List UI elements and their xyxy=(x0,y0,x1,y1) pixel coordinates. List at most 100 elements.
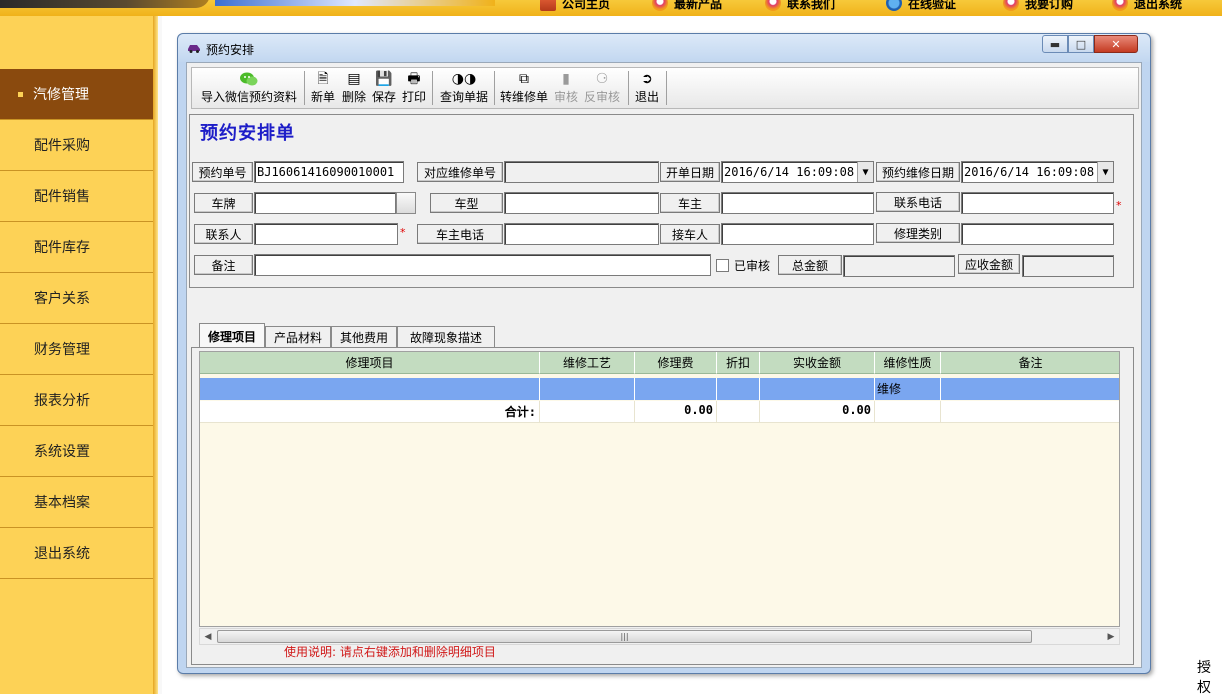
repair-no-field[interactable] xyxy=(504,161,659,183)
to-repair-order-button[interactable]: ⧉ 转维修单 xyxy=(498,71,550,107)
receivable-label: 应收金额 xyxy=(958,254,1020,274)
column-header[interactable]: 备注 xyxy=(941,352,1119,374)
column-header[interactable]: 维修性质 xyxy=(875,352,941,374)
print-button[interactable]: 🖶 打印 xyxy=(400,71,428,107)
required-marker: * xyxy=(1116,199,1122,212)
booking-date-picker[interactable]: 2016/6/14 16:09:08 ▼ xyxy=(961,161,1114,183)
contact-field[interactable] xyxy=(254,223,398,245)
home-icon xyxy=(540,0,556,11)
nav-verify[interactable]: 在线验证 xyxy=(886,0,956,11)
tab-product-materials[interactable]: 产品材料 xyxy=(265,326,331,347)
totals-empty xyxy=(717,401,760,423)
tab-other-fees[interactable]: 其他费用 xyxy=(331,326,397,347)
sidebar-item-finance[interactable]: 财务管理 xyxy=(0,324,155,375)
scrollbar-thumb[interactable]: ||| xyxy=(217,630,1032,643)
exit-icon xyxy=(1112,0,1128,11)
model-label: 车型 xyxy=(430,193,503,213)
plate-field[interactable] xyxy=(254,192,396,214)
minimize-button[interactable]: ▬ xyxy=(1042,35,1068,53)
column-header[interactable]: 维修工艺 xyxy=(540,352,635,374)
owner-field[interactable] xyxy=(721,192,874,214)
sidebar-item-parts-sales[interactable]: 配件销售 xyxy=(0,171,155,222)
cell-remark[interactable] xyxy=(941,378,1119,400)
chevron-down-icon[interactable]: ▼ xyxy=(1097,162,1113,182)
sidebar-item-basic-records[interactable]: 基本档案 xyxy=(0,477,155,528)
contact-label: 联系人 xyxy=(194,224,253,244)
contact-icon xyxy=(765,0,781,11)
receiver-field[interactable] xyxy=(721,223,874,245)
toolbar-separator xyxy=(494,71,495,105)
approve-button[interactable]: ▮ 审核 xyxy=(552,71,580,107)
new-button[interactable]: 🗎 新单 xyxy=(308,71,338,107)
total-amount-label: 总金额 xyxy=(778,255,842,275)
delete-button[interactable]: ▤ 删除 xyxy=(340,71,368,107)
plate-lookup-button[interactable] xyxy=(396,192,416,214)
phone-field[interactable] xyxy=(961,192,1114,214)
column-header[interactable]: 修理项目 xyxy=(200,352,540,374)
repair-type-label: 修理类别 xyxy=(876,223,960,243)
sidebar-item-exit[interactable]: 退出系统 xyxy=(0,528,155,579)
booking-date-label: 预约维修日期 xyxy=(876,162,960,182)
window-titlebar[interactable]: 预约安排 ▬ □ ✕ xyxy=(178,34,1150,62)
owner-phone-field[interactable] xyxy=(504,223,659,245)
repair-type-field[interactable] xyxy=(961,223,1114,245)
sidebar-item-parts-inventory[interactable]: 配件库存 xyxy=(0,222,155,273)
maximize-button[interactable]: □ xyxy=(1068,35,1094,53)
receiver-label: 接车人 xyxy=(660,224,720,244)
wechat-icon xyxy=(240,71,258,87)
sidebar-item-repair-management[interactable]: 汽修管理 xyxy=(0,69,155,120)
toolbar-separator xyxy=(628,71,629,105)
approved-checkbox[interactable] xyxy=(716,259,729,272)
sidebar-item-customer-relations[interactable]: 客户关系 xyxy=(0,273,155,324)
sidebar-item-reports[interactable]: 报表分析 xyxy=(0,375,155,426)
cell-received[interactable] xyxy=(760,378,875,400)
totals-empty xyxy=(875,401,941,423)
tab-repair-items[interactable]: 修理项目 xyxy=(199,323,265,348)
nav-products[interactable]: 最新产品 xyxy=(652,0,722,11)
cell-discount[interactable] xyxy=(717,378,760,400)
scroll-left-icon[interactable]: ◀ xyxy=(200,629,216,644)
exit-button[interactable]: ➲ 退出 xyxy=(632,71,662,107)
nav-order[interactable]: 我要订购 xyxy=(1003,0,1073,11)
nav-contact[interactable]: 联系我们 xyxy=(765,0,835,11)
cell-repair-item[interactable] xyxy=(200,378,540,400)
exit-door-icon: ➲ xyxy=(641,71,653,87)
receivable-field[interactable] xyxy=(1022,255,1114,277)
booking-no-label: 预约单号 xyxy=(192,162,253,182)
booking-form: 预约安排单 预约单号 BJ16061416090010001 对应维修单号 开单… xyxy=(189,114,1134,288)
nav-home[interactable]: 公司主页 xyxy=(540,0,610,11)
open-date-picker[interactable]: 2016/6/14 16:09:08 ▼ xyxy=(721,161,874,183)
column-header[interactable]: 实收金额 xyxy=(760,352,875,374)
cell-process[interactable] xyxy=(540,378,635,400)
cell-nature[interactable]: 维修 xyxy=(875,378,941,400)
toolbar-separator xyxy=(432,71,433,105)
scroll-right-icon[interactable]: ▶ xyxy=(1103,629,1119,644)
table-row[interactable]: 维修 xyxy=(200,378,1119,400)
totals-empty xyxy=(941,401,1119,423)
column-header[interactable]: 修理费 xyxy=(635,352,717,374)
unapprove-button[interactable]: ⚆ 反审核 xyxy=(582,71,622,107)
chevron-down-icon[interactable]: ▼ xyxy=(857,162,873,182)
close-button[interactable]: ✕ xyxy=(1094,35,1138,53)
tab-fault-description[interactable]: 故障现象描述 xyxy=(397,326,495,347)
nav-exit[interactable]: 退出系统 xyxy=(1112,0,1182,11)
sidebar-item-settings[interactable]: 系统设置 xyxy=(0,426,155,477)
remark-field[interactable] xyxy=(254,254,711,276)
plate-label: 车牌 xyxy=(194,193,253,213)
import-wechat-button[interactable]: 导入微信预约资料 xyxy=(200,71,298,107)
sidebar: 汽修管理 配件采购 配件销售 配件库存 客户关系 财务管理 报表分析 系统设置 … xyxy=(0,16,155,694)
repair-items-grid[interactable]: 修理项目 维修工艺 修理费 折扣 实收金额 维修性质 备注 维修 合计: 0.0… xyxy=(199,351,1120,627)
required-marker: * xyxy=(400,226,406,239)
sidebar-item-parts-purchase[interactable]: 配件采购 xyxy=(0,120,155,171)
save-button[interactable]: 💾 保存 xyxy=(370,71,398,107)
totals-empty xyxy=(540,401,635,423)
total-amount-field[interactable] xyxy=(843,255,955,277)
column-header[interactable]: 折扣 xyxy=(717,352,760,374)
query-button[interactable]: ◑◑ 查询单据 xyxy=(436,71,492,107)
banner-logo xyxy=(0,0,210,8)
repair-no-label: 对应维修单号 xyxy=(417,162,503,182)
phone-label: 联系电话 xyxy=(876,192,960,212)
model-field[interactable] xyxy=(504,192,659,214)
cell-fee[interactable] xyxy=(635,378,717,400)
booking-no-field[interactable]: BJ16061416090010001 xyxy=(254,161,404,183)
